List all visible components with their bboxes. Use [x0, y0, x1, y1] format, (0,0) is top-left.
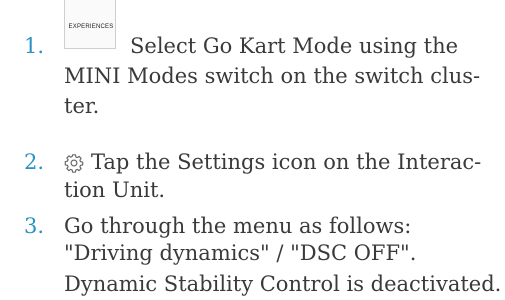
step-1-line-1: Select Go Kart Mode using the [130, 34, 459, 58]
step-1-number: 1. [24, 34, 45, 58]
step-1-line-2: MINI Modes switch on the switch clus- [64, 64, 481, 88]
step-3-number: 3. [24, 214, 45, 238]
step-2-number: 2. [24, 150, 45, 174]
experiences-label: EXPERIENCES [68, 24, 114, 30]
settings-gear-icon [64, 153, 84, 173]
step-3-line-2: "Driving dynamics" / "DSC OFF". [64, 241, 417, 265]
step-2-line-1: Tap the Settings icon on the Interac- [91, 150, 482, 174]
step-2-line-2: tion Unit. [64, 178, 166, 202]
result-text: Dynamic Stability Control is deactivated… [64, 272, 502, 296]
step-1-line-3: ter. [64, 94, 100, 118]
experiences-button-icon: EXPERIENCES [64, 0, 116, 49]
instruction-steps: 1. EXPERIENCES Select Go Kart Mode using… [0, 0, 505, 300]
step-3-line-1: Go through the menu as follows: [64, 214, 412, 238]
